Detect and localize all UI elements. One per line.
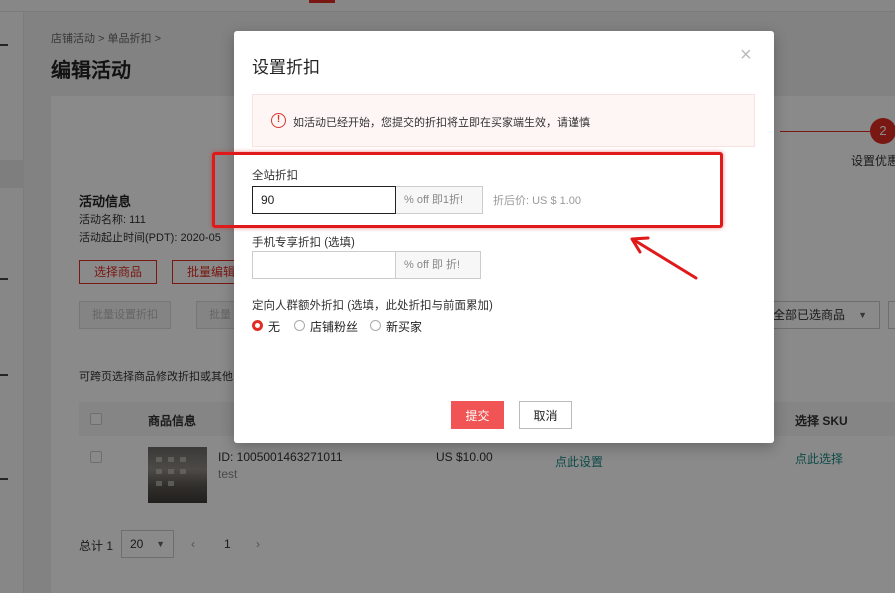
dialog-title: 设置折扣 bbox=[252, 58, 320, 77]
cancel-button[interactable]: 取消 bbox=[519, 401, 572, 429]
radio-label: 无 bbox=[268, 320, 281, 334]
radio-label: 新买家 bbox=[386, 320, 423, 334]
warning-alert: ! 如活动已经开始，您提交的折扣将立即在买家端生效，请谨慎 bbox=[252, 94, 755, 147]
mobile-discount-suffix: % off 即 折! bbox=[396, 251, 481, 279]
target-discount-label: 定向人群额外折扣 (选填，此处折扣与前面累加) bbox=[252, 300, 493, 312]
radio-selected-icon bbox=[252, 320, 263, 331]
close-icon[interactable]: × bbox=[740, 45, 752, 65]
annotation-arrow-icon bbox=[630, 236, 698, 280]
warning-text: 如活动已经开始，您提交的折扣将立即在买家端生效，请谨慎 bbox=[293, 117, 590, 129]
mobile-discount-input[interactable] bbox=[252, 251, 396, 279]
radio-unselected-icon bbox=[294, 320, 305, 331]
radio-label: 店铺粉丝 bbox=[310, 320, 359, 334]
annotation-highlight-box bbox=[212, 152, 723, 228]
submit-button[interactable]: 提交 bbox=[451, 401, 504, 429]
mobile-discount-label: 手机专享折扣 (选填) bbox=[252, 237, 355, 249]
radio-unselected-icon bbox=[370, 320, 381, 331]
warning-circle-icon: ! bbox=[271, 113, 286, 128]
